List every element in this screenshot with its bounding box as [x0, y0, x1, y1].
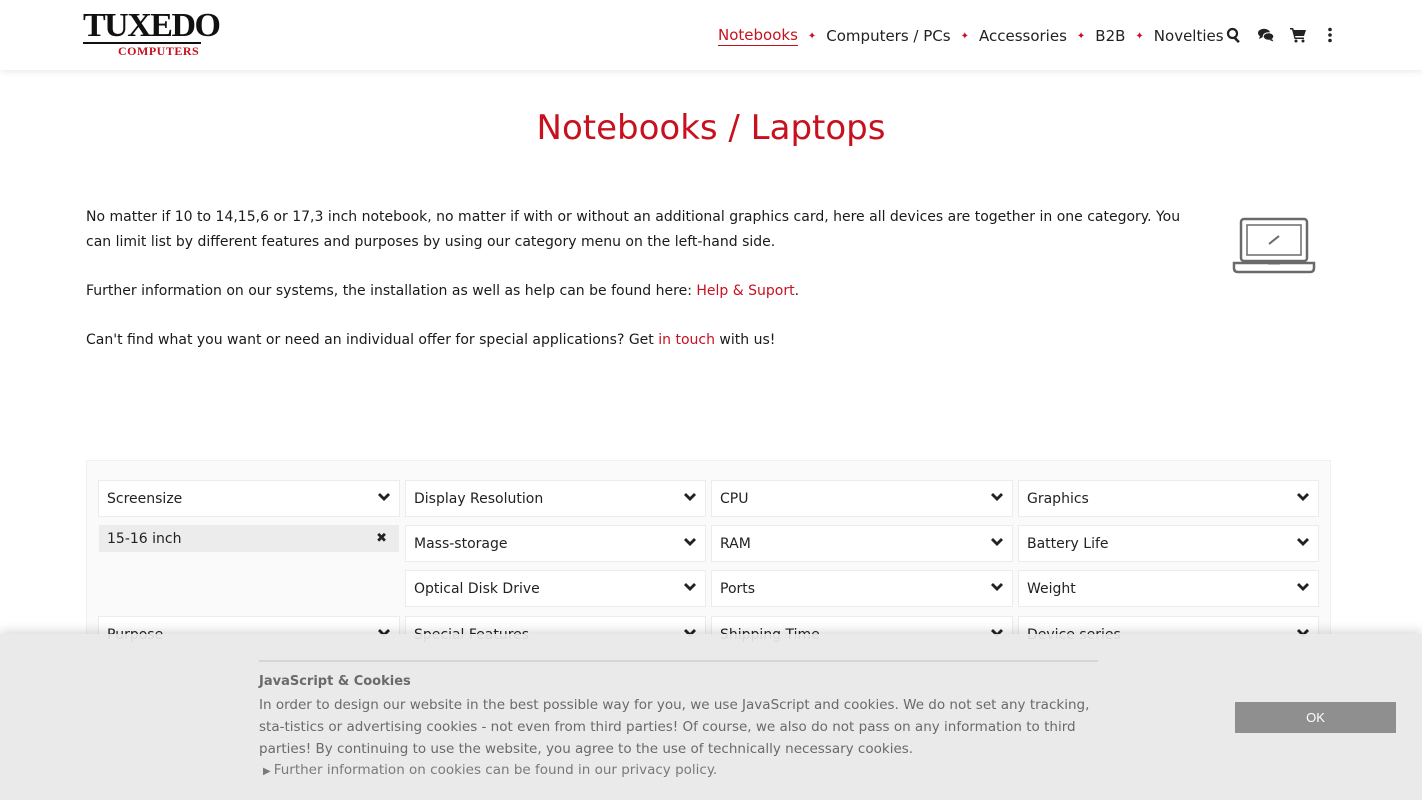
- cart-icon[interactable]: [1288, 25, 1308, 45]
- chevron-down-icon: [990, 536, 1004, 550]
- site-header: TUXEDO COMPUTERS Notebooks ✦ Computers /…: [0, 0, 1422, 70]
- filter-label: Ports: [720, 580, 756, 597]
- chip-label: 15-16 inch: [107, 530, 182, 547]
- cookie-divider: [259, 660, 1098, 662]
- more-vertical-icon[interactable]: [1320, 25, 1340, 45]
- filter-label: Mass-storage: [414, 535, 508, 552]
- in-touch-link[interactable]: in touch: [658, 332, 715, 348]
- chevron-down-icon: [1296, 536, 1310, 550]
- selected-filter-chip: 15-16 inch ✖: [99, 525, 399, 552]
- help-support-link[interactable]: Help & Suport: [696, 283, 794, 299]
- nav-separator-icon: ✦: [807, 30, 817, 42]
- filter-label: CPU: [720, 490, 749, 507]
- cookie-ok-button[interactable]: OK: [1235, 702, 1396, 733]
- nav-item-computers[interactable]: Computers / PCs: [826, 27, 950, 45]
- caret-right-icon: ▶: [263, 766, 271, 777]
- chevron-down-icon: [683, 581, 697, 595]
- filter-mass-storage[interactable]: Mass-storage: [405, 525, 706, 562]
- search-icon[interactable]: [1224, 25, 1244, 45]
- filter-panel: Screensize Display Resolution CPU Graphi…: [86, 460, 1331, 660]
- privacy-policy-link[interactable]: ▶ Further information on cookies can be f…: [263, 762, 717, 778]
- logo-subtitle: COMPUTERS: [118, 44, 200, 58]
- filter-graphics[interactable]: Graphics: [1018, 480, 1319, 517]
- intro-text-span: Can't find what you want or need an indi…: [86, 332, 659, 348]
- filter-label: Battery Life: [1027, 535, 1109, 552]
- intro-text-span: .: [794, 283, 800, 299]
- filter-cpu[interactable]: CPU: [711, 480, 1013, 517]
- intro-paragraph-2: Further information on our systems, the …: [86, 279, 1196, 304]
- logo-wordmark: TUXEDO: [83, 7, 221, 44]
- chevron-down-icon: [1296, 491, 1310, 505]
- filter-weight[interactable]: Weight: [1018, 570, 1319, 607]
- chevron-down-icon: [1296, 581, 1310, 595]
- laptop-icon: [1232, 216, 1316, 276]
- main-nav: Notebooks ✦ Computers / PCs ✦ Accessorie…: [718, 24, 1224, 48]
- filter-label: Optical Disk Drive: [414, 580, 540, 597]
- chevron-down-icon: [990, 581, 1004, 595]
- filter-label: RAM: [720, 535, 751, 552]
- intro-paragraph-1: No matter if 10 to 14,15,6 or 17,3 inch …: [86, 209, 1181, 250]
- nav-item-b2b[interactable]: B2B: [1095, 27, 1125, 45]
- chevron-down-icon: [990, 491, 1004, 505]
- chevron-down-icon: [683, 536, 697, 550]
- filter-ports[interactable]: Ports: [711, 570, 1013, 607]
- filter-label: Graphics: [1027, 490, 1089, 507]
- cookie-banner: JavaScript & Cookies In order to design …: [0, 634, 1422, 800]
- comments-icon[interactable]: [1256, 25, 1276, 45]
- chevron-down-icon: [683, 491, 697, 505]
- tuxedo-logo[interactable]: TUXEDO COMPUTERS: [83, 7, 221, 61]
- page-title: Notebooks / Laptops: [536, 108, 886, 148]
- filter-battery-life[interactable]: Battery Life: [1018, 525, 1319, 562]
- intro-text-span: Further information on our systems, the …: [86, 283, 697, 299]
- filter-label: Screensize: [107, 490, 183, 507]
- nav-separator-icon: ✦: [1135, 30, 1144, 42]
- privacy-link-label: Further information on cookies can be fo…: [273, 762, 718, 778]
- filter-ram[interactable]: RAM: [711, 525, 1013, 562]
- cookie-title: JavaScript & Cookies: [259, 674, 411, 689]
- header-icons: [1224, 25, 1352, 45]
- intro-paragraph-3: Can't find what you want or need an indi…: [86, 328, 1196, 353]
- chevron-down-icon: [377, 491, 391, 505]
- nav-item-notebooks[interactable]: Notebooks: [718, 26, 798, 46]
- nav-item-accessories[interactable]: Accessories: [979, 27, 1067, 45]
- intro-text: No matter if 10 to 14,15,6 or 17,3 inch …: [86, 205, 1196, 377]
- nav-separator-icon: ✦: [1076, 30, 1086, 42]
- filter-screensize[interactable]: Screensize: [98, 480, 400, 517]
- cookie-text: In order to design our website in the be…: [259, 697, 1090, 757]
- filter-optical-disk-drive[interactable]: Optical Disk Drive: [405, 570, 706, 607]
- intro-text-span: with us!: [714, 332, 776, 348]
- nav-item-novelties[interactable]: Novelties: [1154, 27, 1224, 45]
- filter-label: Weight: [1027, 580, 1076, 597]
- close-icon[interactable]: ✖: [376, 531, 387, 546]
- nav-separator-icon: ✦: [960, 30, 969, 42]
- filter-label: Display Resolution: [414, 490, 544, 507]
- filter-display-resolution[interactable]: Display Resolution: [405, 480, 706, 517]
